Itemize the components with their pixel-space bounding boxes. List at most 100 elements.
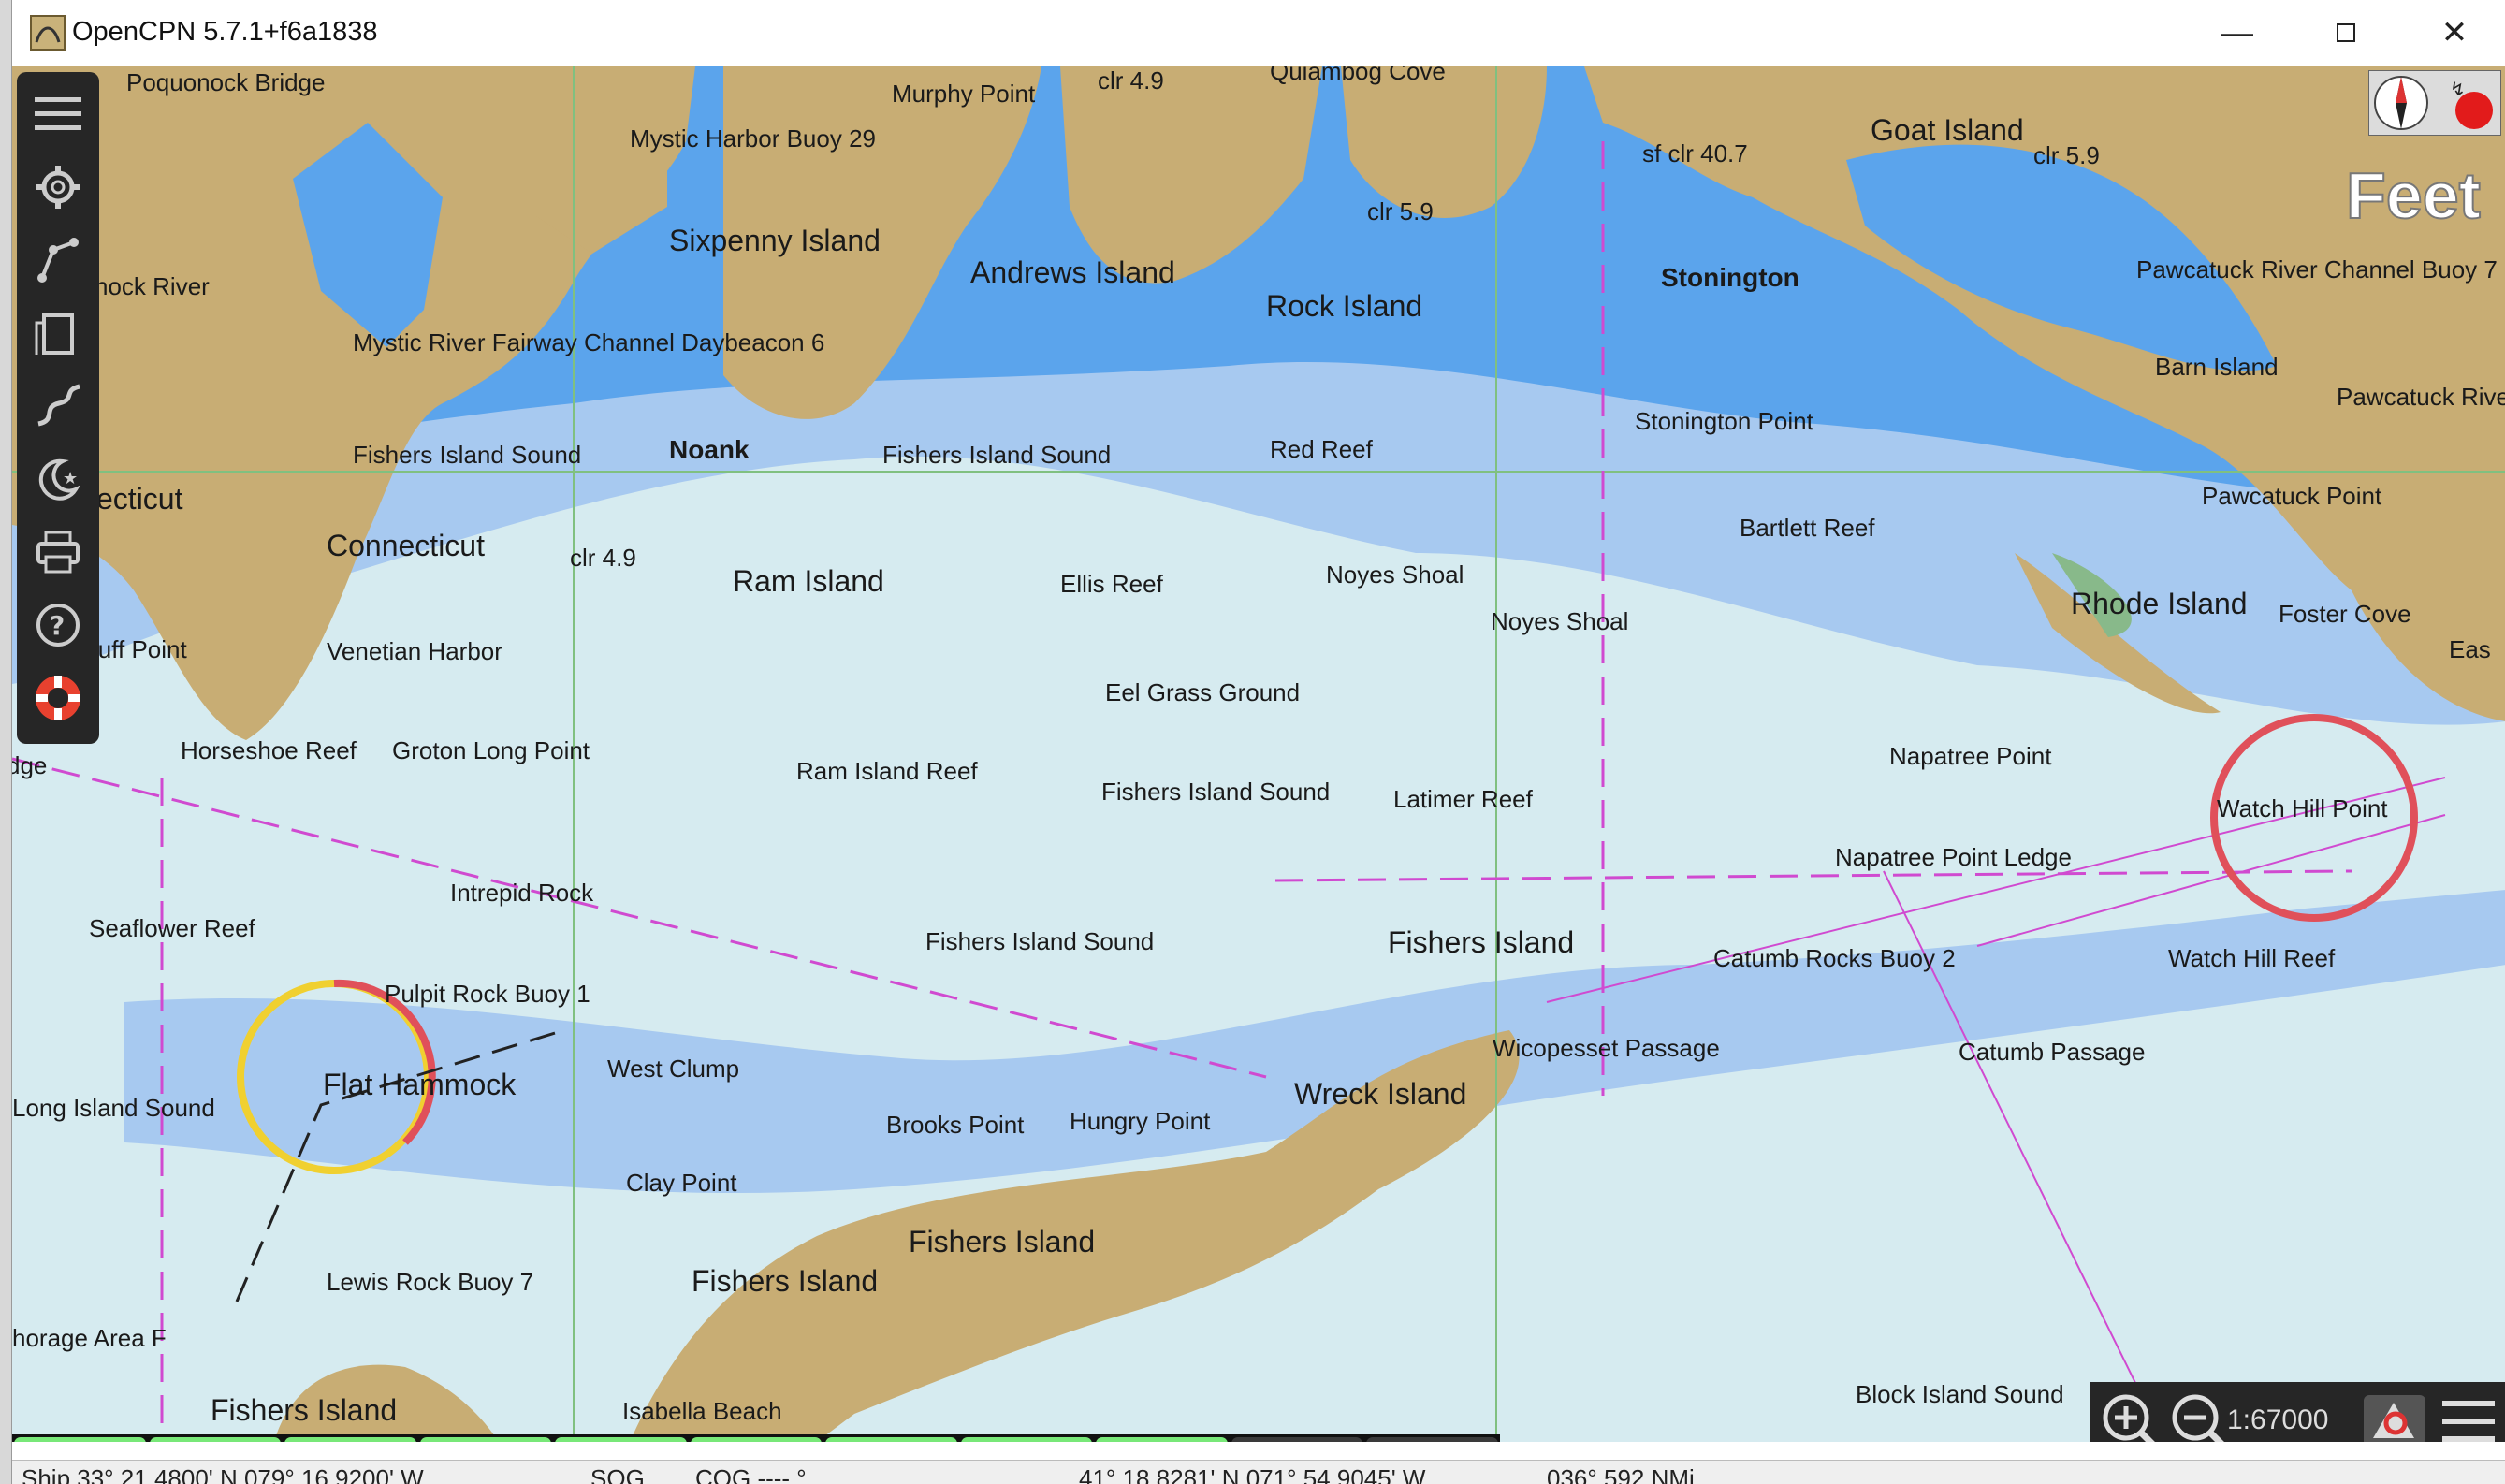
zoom-in-button[interactable]	[2100, 1391, 2160, 1442]
chart-label: Fishers Island Sound	[882, 441, 1112, 469]
chart-label: clr 4.9	[570, 544, 636, 572]
chart-piano-segment[interactable]	[284, 1437, 416, 1442]
chart-label: Poquonock Bridge	[126, 68, 326, 96]
chart-label: Red Reef	[1270, 435, 1373, 463]
chart-piano-bar[interactable]	[12, 1434, 1500, 1442]
chart-label: Ram Island Reef	[796, 757, 978, 785]
chart-piano-segment[interactable]	[149, 1437, 282, 1442]
chart-piano-segment[interactable]	[1366, 1437, 1499, 1442]
chart-label: Barn Island	[2155, 353, 2279, 381]
chart-label: Bartlett Reef	[1740, 514, 1875, 542]
chart-label: Fishers Island	[1388, 925, 1575, 959]
settings-button[interactable]	[17, 153, 99, 226]
chart-label: Ellis Reef	[1060, 570, 1163, 598]
chart-label: Goat Island	[1871, 113, 2024, 147]
chart-label: Long Island Sound	[12, 1094, 215, 1122]
depth-units-label: Feet	[2345, 158, 2482, 233]
print-button[interactable]	[17, 517, 99, 590]
bearing-distance: 036° 592 NMi	[1547, 1464, 1695, 1484]
chart-label: luff Point	[93, 635, 187, 663]
ais-toggle-button[interactable]	[2362, 1391, 2427, 1442]
chart-canvas[interactable]: Poquonock Bridge Murphy Point clr 4.9 Qu…	[12, 66, 2505, 1442]
chart-label: Clay Point	[626, 1169, 737, 1197]
svg-text:?: ?	[50, 610, 65, 641]
chart-label: Eas	[2449, 635, 2491, 663]
route-manager-button[interactable]	[17, 226, 99, 298]
chart-label: Catumb Rocks Buoy 2	[1713, 944, 1956, 972]
settings-gear-icon	[35, 164, 81, 215]
compass-widget[interactable]: ↯	[2368, 70, 2501, 136]
chart-label: Pulpit Rock Buoy 1	[385, 980, 590, 1008]
chart-piano-segment[interactable]	[1231, 1437, 1363, 1442]
track-button[interactable]	[17, 371, 99, 444]
chart-label: Pawcatuck River	[2337, 383, 2505, 411]
chart-label: Noank	[669, 435, 750, 464]
opencpn-window: OpenCPN 5.7.1+f6a1838 — ✕ Poquonock Brid…	[11, 0, 2505, 1484]
zoom-out-button[interactable]	[2169, 1391, 2229, 1442]
chart-label: Napatree Point Ledge	[1835, 843, 2072, 871]
chart-label: Isabella Beach	[622, 1397, 782, 1425]
chart-label: Hungry Point	[1070, 1107, 1211, 1135]
chart-label: Pawcatuck Point	[2202, 482, 2382, 510]
chart-piano-segment[interactable]	[14, 1437, 146, 1442]
close-icon: ✕	[2440, 15, 2469, 51]
chart-label: clr 5.9	[2033, 141, 2100, 169]
chart-label: Stonington Point	[1635, 407, 1813, 435]
chart-label: Flat Hammock	[323, 1068, 517, 1101]
menu-hamburger-icon	[2439, 1401, 2498, 1442]
chart-label: Horseshoe Reef	[181, 736, 357, 764]
chart-label: Mystic Harbor Buoy 29	[630, 124, 876, 153]
track-icon	[35, 383, 81, 434]
chart-menu-button[interactable]	[2439, 1395, 2498, 1442]
chart-label: Murphy Point	[892, 80, 1036, 108]
chart-piano-segment[interactable]	[825, 1437, 957, 1442]
help-button[interactable]: ?	[17, 590, 99, 663]
svg-text:★: ★	[63, 469, 78, 488]
moon-star-icon: ★	[35, 456, 81, 507]
svg-text:↯: ↯	[2450, 78, 2466, 100]
chart-label: Rhode Island	[2071, 587, 2248, 620]
menu-button[interactable]	[17, 80, 99, 153]
close-button[interactable]: ✕	[2400, 0, 2505, 65]
route-manager-icon	[35, 237, 81, 288]
chart-book-button[interactable]	[17, 298, 99, 371]
chart-label: Pawcatuck River Channel Buoy 7	[2136, 255, 2498, 284]
chart-piano-segment[interactable]	[960, 1437, 1093, 1442]
chart-book-icon	[35, 310, 81, 361]
help-question-icon: ?	[35, 602, 81, 653]
chart-label: horage Area F	[12, 1324, 167, 1352]
chart-label: clr 4.9	[1098, 66, 1164, 95]
opencpn-app-icon	[29, 14, 66, 51]
chart-label: Fishers Island	[909, 1225, 1096, 1258]
chart-label: Foster Cove	[2279, 600, 2411, 628]
chart-piano-segment[interactable]	[555, 1437, 687, 1442]
chart-label: Fishers Island	[211, 1393, 398, 1427]
chart-label: Eel Grass Ground	[1105, 678, 1301, 706]
chart-label: West Clump	[607, 1055, 740, 1083]
chart-label: Groton Long Point	[392, 736, 590, 764]
chart-label: Mystic River Fairway Channel Daybeacon 6	[353, 328, 825, 356]
chart-piano-segment[interactable]	[690, 1437, 823, 1442]
chart-label: Wicopesset Passage	[1493, 1034, 1720, 1062]
night-mode-button[interactable]: ★	[17, 444, 99, 517]
chart-label: Block Island Sound	[1856, 1380, 2064, 1408]
chart-label: Sixpenny Island	[669, 224, 881, 257]
chart-piano-segment[interactable]	[419, 1437, 552, 1442]
title-bar[interactable]: OpenCPN 5.7.1+f6a1838 — ✕	[12, 0, 2505, 65]
chart-label: Watch Hill Point	[2217, 794, 2388, 822]
mob-button[interactable]	[17, 663, 99, 736]
chart-scale-readout: 1:67000	[2227, 1404, 2329, 1435]
chart-piano-segment[interactable]	[1096, 1437, 1228, 1442]
maximize-icon	[2336, 15, 2356, 51]
ship-position: Ship 33° 21.4800' N 079° 16.9200' W	[22, 1464, 424, 1484]
minimize-icon: —	[2221, 14, 2253, 51]
chart-label: Brooks Point	[886, 1111, 1025, 1139]
chart-label: Connecticut	[327, 529, 485, 562]
minimize-button[interactable]: —	[2183, 0, 2292, 65]
chart-label: Rock Island	[1266, 289, 1423, 323]
chart-label: Andrews Island	[970, 255, 1175, 289]
chart-label: dge	[12, 751, 48, 779]
maximize-button[interactable]	[2292, 0, 2400, 65]
window-title: OpenCPN 5.7.1+f6a1838	[72, 17, 378, 47]
chart-label: Catumb Passage	[1959, 1038, 2146, 1066]
